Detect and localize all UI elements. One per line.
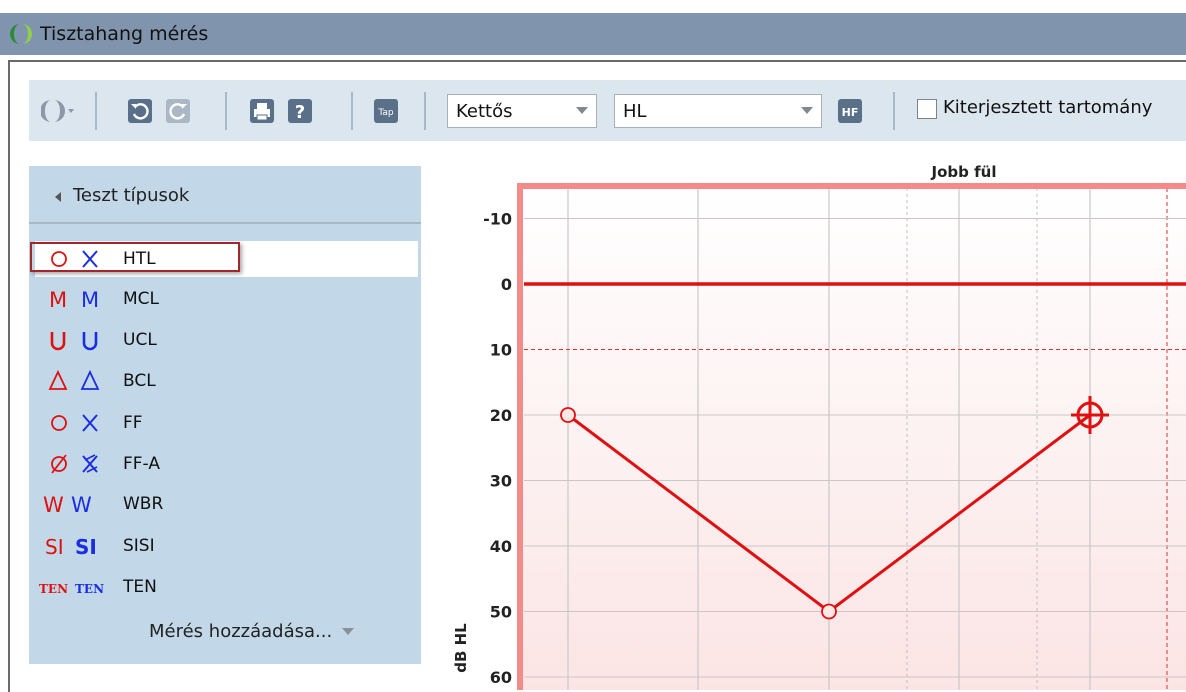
test-item-label: BCL	[123, 371, 156, 391]
toolbar-separator	[893, 92, 895, 130]
ff-a-symbol-icon	[35, 446, 123, 482]
undo-icon	[128, 98, 152, 123]
mode-select-value: Kettős	[456, 100, 513, 122]
svg-text:W: W	[43, 493, 64, 517]
tap-label: Tap	[377, 108, 394, 118]
y-tick-label: 50	[490, 603, 512, 622]
test-item-bcl[interactable]: BCL	[35, 363, 418, 399]
chevron-down-icon	[801, 107, 813, 114]
scale-select-value: HL	[623, 100, 647, 122]
wbr-symbol-icon: W W	[35, 486, 123, 522]
ten-symbol-icon: TEN TEN	[35, 569, 123, 605]
scale-select[interactable]: HL	[614, 94, 822, 128]
y-axis: -10 0 10 20 30 40 50 60	[483, 210, 512, 688]
ear-select-icon	[41, 96, 75, 126]
audiogram-chart[interactable]: Jobb fül -10 0 10 20 30 40 50 60 dB HL	[440, 150, 1186, 690]
data-point-marker	[560, 407, 576, 423]
hf-label: HF	[842, 106, 859, 119]
test-item-label: UCL	[123, 330, 157, 350]
toolbar-separator	[424, 92, 426, 130]
selected-test-highlight	[30, 242, 240, 272]
test-item-ten[interactable]: TEN TEN TEN	[35, 569, 418, 605]
test-types-header[interactable]: Teszt típusok	[29, 166, 421, 224]
toolbar: ? Tap Kettős HL HF Kiterjesztett tartomá…	[29, 80, 1186, 141]
test-item-label: FF-A	[123, 454, 160, 474]
extended-range-checkbox[interactable]	[917, 99, 937, 119]
add-measurement-dropdown[interactable]: Mérés hozzáadása...	[149, 621, 355, 642]
tap-icon: Tap	[374, 98, 398, 123]
print-icon	[250, 98, 274, 123]
redo-button[interactable]	[163, 96, 193, 126]
svg-text:M: M	[49, 288, 67, 312]
y-tick-label: 30	[490, 472, 512, 491]
toolbar-separator	[351, 92, 353, 130]
window-title: Tisztahang mérés	[40, 23, 209, 45]
toolbar-separator	[95, 92, 97, 130]
test-item-label: WBR	[123, 494, 164, 514]
hf-button[interactable]: HF	[835, 96, 865, 126]
chart-title: Jobb fül	[931, 163, 997, 181]
test-item-ff-a[interactable]: FF-A	[35, 446, 418, 482]
chevron-down-icon	[342, 628, 355, 635]
y-axis-label: dB HL	[452, 623, 470, 673]
toolbar-separator	[225, 92, 227, 130]
test-item-wbr[interactable]: W W WBR	[35, 486, 418, 522]
undo-button[interactable]	[125, 96, 155, 126]
y-tick-label: 10	[490, 341, 512, 360]
y-tick-label: 40	[490, 537, 512, 556]
mode-select[interactable]: Kettős	[447, 94, 597, 128]
test-item-sisi[interactable]: SI SI SISI	[35, 528, 418, 564]
help-icon: ?	[288, 98, 312, 123]
svg-text:SI: SI	[75, 535, 97, 559]
ucl-symbol-icon	[35, 322, 123, 358]
test-item-label: FF	[123, 413, 143, 433]
test-types-panel: Teszt típusok HTL M M MCL UCL BCL FF FF-…	[29, 166, 421, 664]
svg-text:?: ?	[295, 102, 305, 123]
tap-button[interactable]: Tap	[371, 96, 401, 126]
hf-icon: HF	[838, 98, 862, 123]
extended-range-label: Kiterjesztett tartomány	[943, 97, 1153, 118]
y-tick-label: 60	[490, 668, 512, 687]
sisi-symbol-icon: SI SI	[35, 528, 123, 564]
svg-text:M: M	[81, 288, 99, 312]
data-point-marker	[821, 603, 837, 620]
y-tick-label: -10	[483, 210, 512, 229]
test-item-ff[interactable]: FF	[35, 405, 418, 441]
help-button[interactable]: ?	[285, 96, 315, 126]
test-item-ucl[interactable]: UCL	[35, 322, 418, 358]
y-tick-label: 20	[490, 406, 512, 425]
test-types-title: Teszt típusok	[73, 185, 190, 206]
ear-select-dropdown[interactable]	[41, 80, 75, 141]
mcl-symbol-icon: M M	[35, 281, 123, 317]
svg-text:SI: SI	[45, 535, 64, 559]
add-measurement-label: Mérés hozzáadása...	[149, 621, 333, 642]
title-bar: Tisztahang mérés	[0, 13, 1186, 55]
test-item-mcl[interactable]: M M MCL	[35, 281, 418, 317]
redo-icon	[166, 98, 190, 123]
test-item-label: MCL	[123, 289, 160, 309]
test-item-label: SISI	[123, 536, 155, 556]
app-logo-icon	[6, 19, 36, 49]
chevron-down-icon	[576, 107, 588, 114]
y-tick-label: 0	[501, 275, 512, 294]
print-button[interactable]	[247, 96, 277, 126]
plot-area	[520, 186, 1186, 690]
svg-text:TEN: TEN	[75, 582, 104, 596]
ff-symbol-icon	[35, 405, 123, 441]
collapse-arrow-icon	[55, 192, 61, 202]
test-item-label: TEN	[123, 577, 157, 597]
bcl-symbol-icon	[35, 363, 123, 399]
svg-text:W: W	[71, 493, 92, 517]
svg-text:TEN: TEN	[39, 582, 68, 596]
